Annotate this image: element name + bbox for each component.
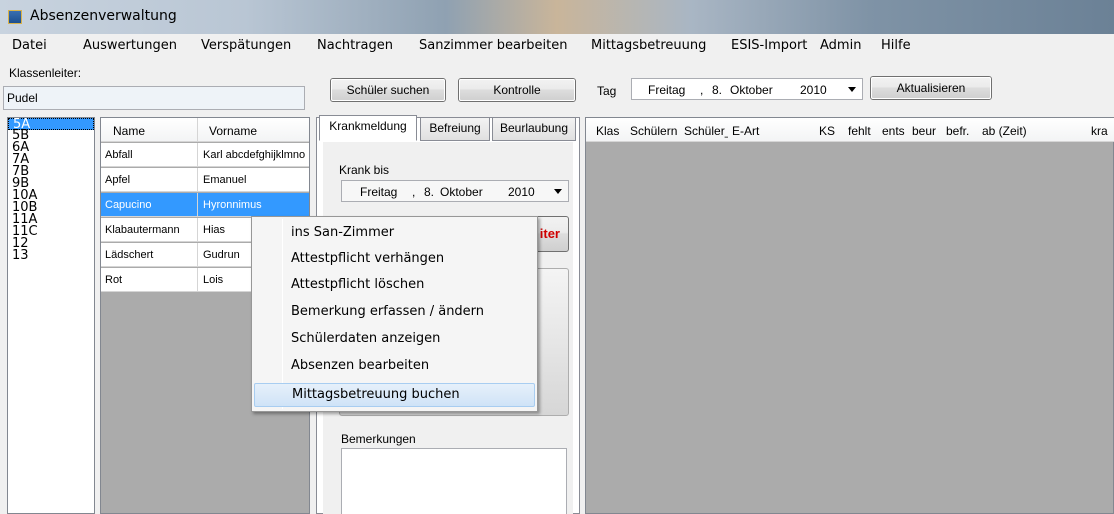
column-header[interactable]: ab (Zeit): [982, 124, 1042, 138]
context-item-absenzen[interactable]: Absenzen bearbeiten: [254, 355, 535, 379]
context-item-mittagsbetreuung[interactable]: Mittagsbetreuung buchen: [254, 383, 535, 407]
column-header[interactable]: befr.: [946, 124, 978, 138]
column-header[interactable]: KS: [819, 124, 843, 138]
search-student-button[interactable]: Schüler suchen: [330, 78, 446, 102]
tab-befreiung[interactable]: Befreiung: [420, 117, 490, 141]
menu-admin[interactable]: Admin: [820, 38, 861, 53]
column-header[interactable]: Klas: [596, 124, 626, 138]
chevron-down-icon[interactable]: [848, 87, 856, 92]
tag-label: Tag: [597, 84, 617, 98]
column-header[interactable]: ents: [882, 124, 908, 138]
absences-grid-header: Klas Schülern Schüler_ E-Art KS fehlt en…: [586, 118, 1114, 142]
tab-beurlaubung[interactable]: Beurlaubung: [492, 117, 576, 141]
class-list[interactable]: 5A 5B 6A 7A 7B 9B 10A 10B 11A 11C 12 13: [7, 117, 95, 514]
chevron-down-icon[interactable]: [554, 189, 562, 194]
krank-bis-label: Krank bis: [339, 163, 390, 177]
remarks-field[interactable]: [341, 448, 567, 514]
table-row[interactable]: Capucino Hyronnimus: [101, 193, 309, 217]
absences-grid[interactable]: Klas Schülern Schüler_ E-Art KS fehlt en…: [585, 117, 1114, 514]
column-header[interactable]: beur: [912, 124, 942, 138]
context-item-schuelerdaten[interactable]: Schülerdaten anzeigen: [254, 328, 535, 352]
column-header[interactable]: kra: [1091, 124, 1114, 138]
grid-header: Name Vorname: [101, 118, 309, 142]
menu-bar: Datei Auswertungen Verspätungen Nachtrag…: [0, 34, 1114, 58]
column-header[interactable]: Schüler_: [684, 124, 728, 138]
remarks-label: Bemerkungen: [341, 432, 416, 446]
menu-auswertungen[interactable]: Auswertungen: [83, 38, 177, 53]
date-picker[interactable]: Freitag , 8. Oktober 2010: [631, 78, 863, 100]
app-icon: [8, 10, 22, 24]
table-row[interactable]: Abfall Karl abcdefghijklmno: [101, 143, 309, 167]
window-title: Absenzenverwaltung: [30, 8, 177, 24]
column-header[interactable]: Schülern: [630, 124, 680, 138]
column-header-name[interactable]: Name: [113, 124, 145, 138]
column-header[interactable]: E-Art: [732, 124, 776, 138]
refresh-button[interactable]: Aktualisieren: [870, 76, 992, 100]
menu-datei[interactable]: Datei: [12, 38, 47, 53]
table-row[interactable]: Apfel Emanuel: [101, 168, 309, 192]
column-header[interactable]: fehlt: [848, 124, 878, 138]
menu-hilfe[interactable]: Hilfe: [881, 38, 911, 53]
klassenleiter-label: Klassenleiter:: [9, 66, 82, 80]
control-button[interactable]: Kontrolle: [458, 78, 576, 102]
context-item-attest-loeschen[interactable]: Attestpflicht löschen: [254, 274, 535, 298]
menu-esis-import[interactable]: ESIS-Import: [731, 38, 807, 53]
context-item-attest-verhaengen[interactable]: Attestpflicht verhängen: [254, 248, 535, 272]
menu-verspaetungen[interactable]: Verspätungen: [201, 38, 291, 53]
title-bar: Absenzenverwaltung: [0, 0, 1114, 34]
krank-bis-date-picker[interactable]: Freitag , 8. Oktober 2010: [341, 180, 569, 202]
menu-mittagsbetreuung[interactable]: Mittagsbetreuung: [591, 38, 706, 53]
context-menu: ins San-Zimmer Attestpflicht verhängen A…: [251, 216, 538, 412]
column-header-vorname[interactable]: Vorname: [209, 124, 257, 138]
context-item-bemerkung[interactable]: Bemerkung erfassen / ändern: [254, 301, 535, 325]
menu-nachtragen[interactable]: Nachtragen: [317, 38, 393, 53]
tab-krankmeldung[interactable]: Krankmeldung: [319, 115, 417, 141]
context-item-san-zimmer[interactable]: ins San-Zimmer: [254, 222, 535, 246]
klassenleiter-field[interactable]: Pudel: [3, 86, 305, 110]
menu-sanzimmer[interactable]: Sanzimmer bearbeiten: [419, 38, 567, 53]
class-item[interactable]: 13: [8, 249, 94, 262]
